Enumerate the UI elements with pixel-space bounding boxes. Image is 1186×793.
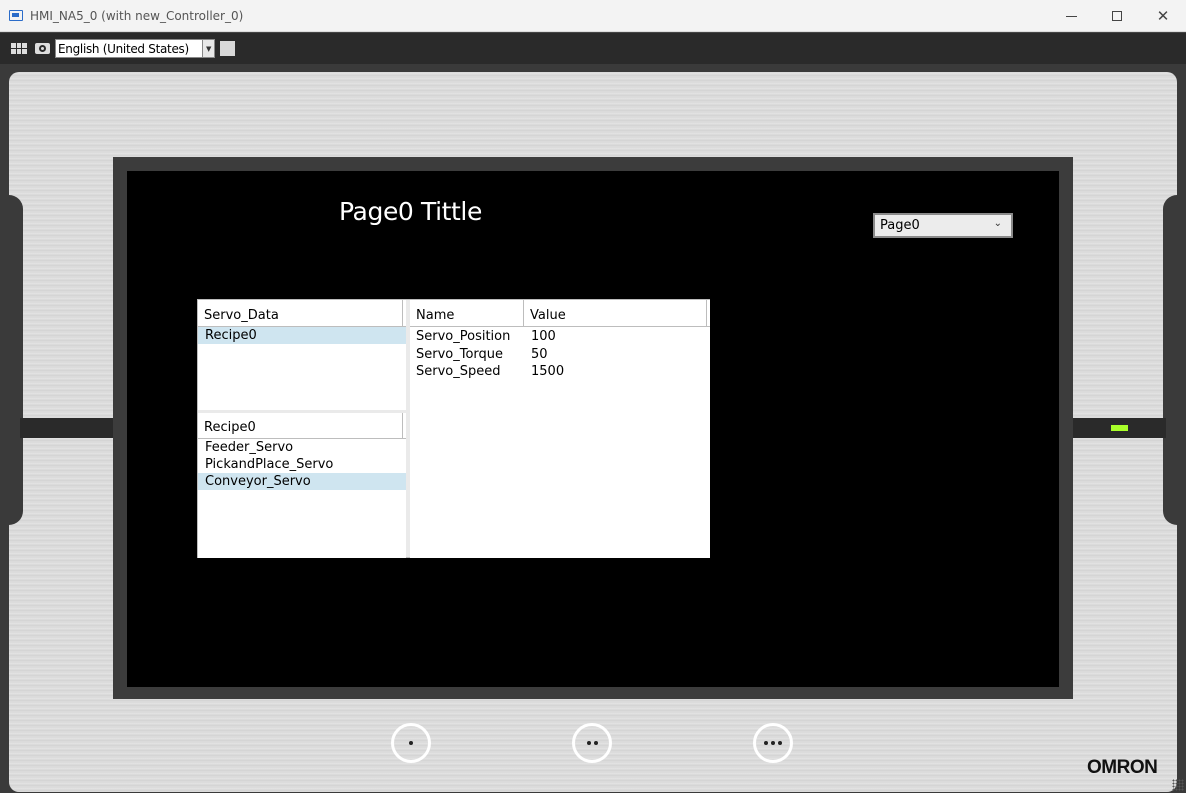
value-table-header: Name Value: [410, 300, 710, 327]
page-title: Page0 Tittle: [339, 197, 482, 226]
recipe-list-header: Servo_Data: [198, 300, 406, 327]
dot-icon: [764, 741, 768, 745]
simulator-toolbar: English (United States) ▼: [0, 32, 1186, 64]
window-controls: ✕: [1048, 0, 1186, 32]
ingredient-list-header-label: Recipe0: [198, 413, 403, 438]
left-notch: [9, 195, 23, 525]
maximize-button[interactable]: [1094, 0, 1140, 32]
recipe-list-header-label: Servo_Data: [198, 300, 403, 326]
window-titlebar: HMI_NA5_0 (with new_Controller_0) ✕: [0, 0, 1186, 32]
row-name: Servo_Speed: [416, 364, 501, 380]
dot-icon: [771, 741, 775, 745]
screenshot-button[interactable]: [32, 40, 50, 58]
maximize-icon: [1112, 11, 1122, 21]
recipe-viewer: Servo_Data Recipe0 Recipe0 Feeder_Servo …: [197, 299, 710, 558]
minimize-button[interactable]: [1048, 0, 1094, 32]
ingredient-list-header: Recipe0: [198, 413, 406, 439]
page-selector[interactable]: Page0 ⌄: [873, 213, 1013, 238]
list-item[interactable]: Conveyor_Servo: [198, 473, 406, 490]
function-key-2[interactable]: [572, 723, 612, 763]
table-row[interactable]: Servo_Torque 50: [410, 346, 710, 364]
window-title: HMI_NA5_0 (with new_Controller_0): [30, 8, 244, 23]
row-value[interactable]: 1500: [527, 364, 564, 379]
dot-icon: [586, 741, 591, 745]
row-value[interactable]: 100: [527, 329, 556, 344]
language-value: English (United States): [58, 41, 189, 56]
chevron-down-icon: ⌄: [993, 218, 1002, 229]
camera-icon: [35, 43, 50, 54]
one-dot-icon: [409, 741, 413, 745]
list-item[interactable]: PickandPlace_Servo: [198, 456, 406, 473]
language-select[interactable]: English (United States) ▼: [55, 39, 215, 58]
row-value[interactable]: 50: [527, 347, 548, 362]
left-strip: [20, 418, 115, 438]
right-notch: [1163, 195, 1177, 525]
dot-icon: [778, 741, 782, 745]
name-column-header: Name: [410, 300, 524, 326]
list-item[interactable]: Feeder_Servo: [198, 439, 406, 456]
app-icon: [9, 10, 23, 21]
grid-icon: [11, 43, 27, 54]
function-key-3[interactable]: [753, 723, 793, 763]
row-name: Servo_Position: [416, 329, 511, 345]
dropdown-arrow-icon[interactable]: ▼: [202, 40, 214, 57]
row-name: Servo_Torque: [416, 346, 504, 362]
status-led: [1111, 425, 1128, 431]
brand-logo: OMRON: [1087, 757, 1158, 778]
resize-grip-icon[interactable]: [1172, 779, 1184, 791]
dot-icon: [593, 741, 598, 745]
toolbar-square-button[interactable]: [220, 41, 235, 56]
table-row[interactable]: Servo_Speed 1500: [410, 363, 710, 381]
table-row[interactable]: Servo_Position 100: [410, 328, 710, 346]
function-key-1[interactable]: [391, 723, 431, 763]
page-selector-value: Page0: [880, 218, 920, 233]
close-icon: ✕: [1156, 7, 1170, 25]
recipe-list: Servo_Data Recipe0: [198, 300, 406, 410]
ingredient-list: Recipe0 Feeder_Servo PickandPlace_Servo …: [198, 413, 406, 558]
value-column-header: Value: [524, 300, 707, 326]
minimize-icon: [1065, 15, 1077, 17]
value-table: Name Value Servo_Position 100 Servo_Torq…: [410, 300, 710, 558]
grid-view-button[interactable]: [10, 40, 28, 58]
list-item[interactable]: Recipe0: [198, 327, 406, 344]
close-button[interactable]: ✕: [1140, 0, 1186, 32]
